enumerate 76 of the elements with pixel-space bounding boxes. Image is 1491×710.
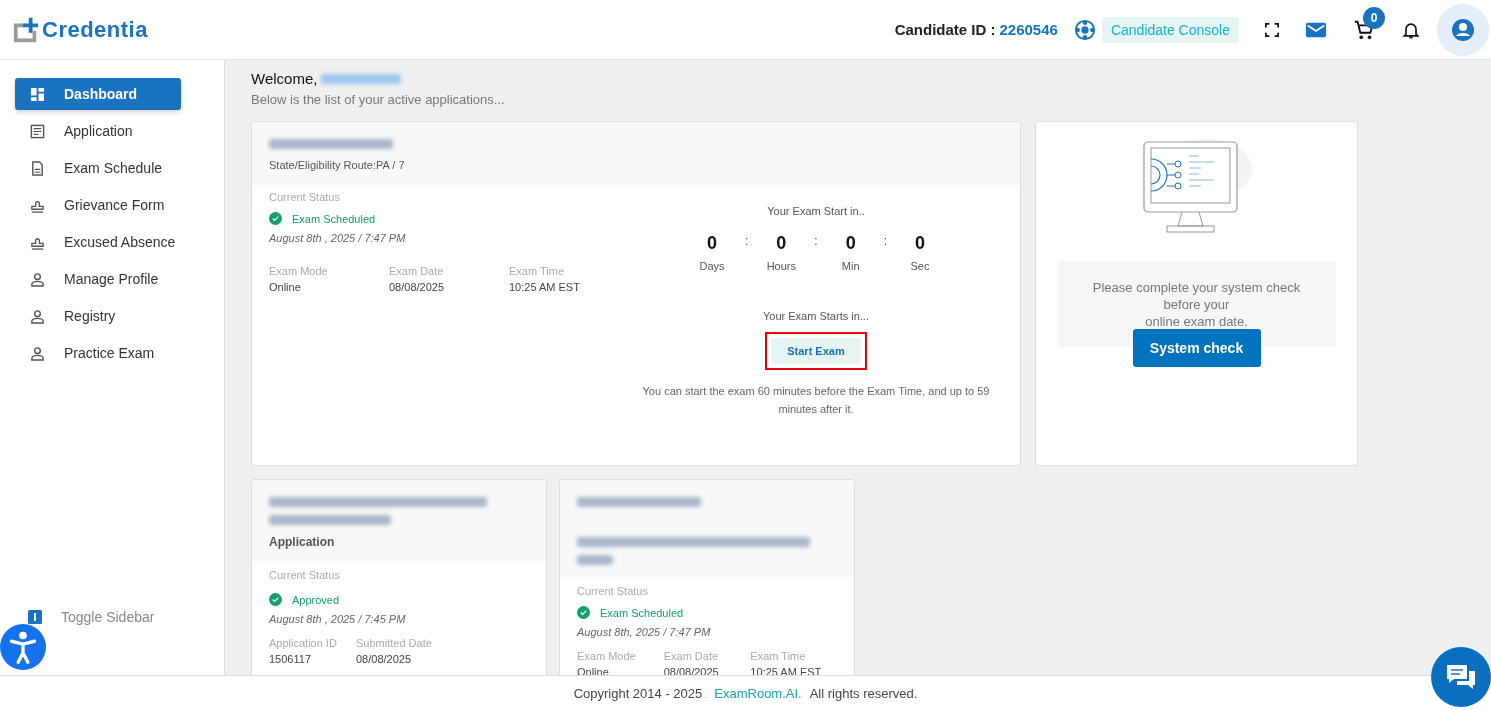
welcome-text: Welcome,	[251, 70, 318, 87]
check-icon	[269, 593, 282, 606]
sidebar-item[interactable]: Application	[15, 115, 181, 147]
countdown-value: 0	[706, 233, 717, 254]
accessibility-icon[interactable]	[0, 624, 46, 670]
field-label: Exam Time	[750, 650, 807, 662]
start-exam-button[interactable]: Start Exam	[771, 338, 861, 364]
candidate-id: 2260546	[999, 21, 1058, 38]
fullscreen-icon[interactable]	[1265, 22, 1279, 37]
sidebar-item[interactable]: Exam Schedule	[15, 152, 181, 184]
avatar-button[interactable]	[1437, 3, 1489, 56]
field-value: Online	[269, 281, 302, 293]
system-check-button[interactable]: System check	[1132, 329, 1261, 367]
route-text: State/Eligibility Route:PA / 7	[269, 159, 406, 171]
person-icon	[30, 271, 45, 287]
status-label: Current Status	[269, 569, 341, 581]
field-label: Submitted Date	[356, 637, 433, 649]
sidebar-item[interactable]: Excused Absence	[15, 226, 181, 258]
note-text: You can start the exam 60 minutes before the Exam Time, and up to 59 minutes after it.	[641, 384, 991, 417]
field-label: Exam Date	[389, 265, 445, 277]
countdown-unit: Sec	[910, 260, 930, 272]
check-icon	[269, 212, 282, 225]
countdown-unit: Hours	[766, 260, 796, 272]
field-value: 08/08/2025	[356, 653, 413, 665]
sidebar-item[interactable]: Registry	[15, 300, 181, 332]
timestamp: August 8th , 2025 / 7:47 PM	[269, 232, 407, 244]
user-icon	[1451, 17, 1475, 42]
cart-count-badge: 0	[1363, 6, 1385, 29]
sidebar-item[interactable]: Grievance Form	[15, 189, 181, 221]
candidate-id-label: Candidate ID :	[894, 21, 996, 38]
toggle-sidebar-icon[interactable]	[28, 610, 42, 624]
dashboard-icon	[30, 86, 45, 102]
countdown-value: 0	[776, 233, 787, 254]
logo-icon	[12, 15, 40, 44]
subtitle: Below is the list of your active applications...	[251, 92, 506, 107]
person-icon	[30, 345, 45, 361]
check-icon	[577, 606, 590, 619]
countdown-value: 0	[915, 233, 925, 254]
person-icon	[30, 308, 45, 324]
globe-icon[interactable]	[1073, 18, 1096, 41]
timestamp: August 8th, 2025 / 7:47 PM	[577, 626, 712, 638]
status-text: Exam Scheduled	[600, 606, 684, 619]
countdown-unit: Min	[841, 260, 860, 272]
field-label: Application ID	[269, 637, 338, 649]
toggle-sidebar-link[interactable]: Toggle Sidebar	[61, 609, 155, 625]
status-text: Exam Scheduled	[292, 212, 376, 225]
list-icon	[30, 123, 45, 139]
card-subtitle: Application	[269, 535, 336, 549]
sidebar-item[interactable]: Dashboard	[15, 78, 181, 110]
system-check-message: Please complete your system check before your online exam date.	[1092, 279, 1301, 330]
document-icon	[30, 160, 45, 176]
field-value: 1506117	[269, 653, 312, 665]
timestamp: August 8th , 2025 / 7:45 PM	[269, 613, 407, 625]
countdown-value: 0	[845, 233, 856, 254]
copyright-text: Copyright 2014 - 2025	[573, 685, 703, 701]
status-label: Current Status	[269, 191, 341, 203]
field-label: Exam Date	[663, 650, 720, 662]
field-label: Exam Time	[509, 265, 565, 277]
rights-text: All rights reserved.	[809, 685, 918, 701]
sidebar-item[interactable]: Practice Exam	[15, 337, 181, 369]
chat-icon	[1445, 663, 1477, 691]
starts-text: Your Exam Starts in...	[763, 310, 869, 322]
field-value: 10:25 AM EST	[509, 281, 581, 293]
sidebar-item[interactable]: Manage Profile	[15, 263, 181, 295]
status-text: Approved	[292, 593, 340, 606]
redacted-title	[577, 555, 613, 565]
countdown-unit: Days	[699, 260, 725, 272]
countdown-separator: :	[814, 234, 818, 248]
field-label: Exam Mode	[269, 265, 329, 277]
logo-text: Credentia	[42, 16, 148, 43]
field-label: Exam Mode	[577, 650, 637, 662]
countdown-title: Your Exam Start in..	[767, 205, 865, 217]
countdown-separator: :	[745, 234, 749, 248]
countdown-separator: :	[883, 234, 887, 248]
field-value: 08/08/2025	[389, 281, 446, 293]
status-label: Current Status	[577, 585, 649, 597]
